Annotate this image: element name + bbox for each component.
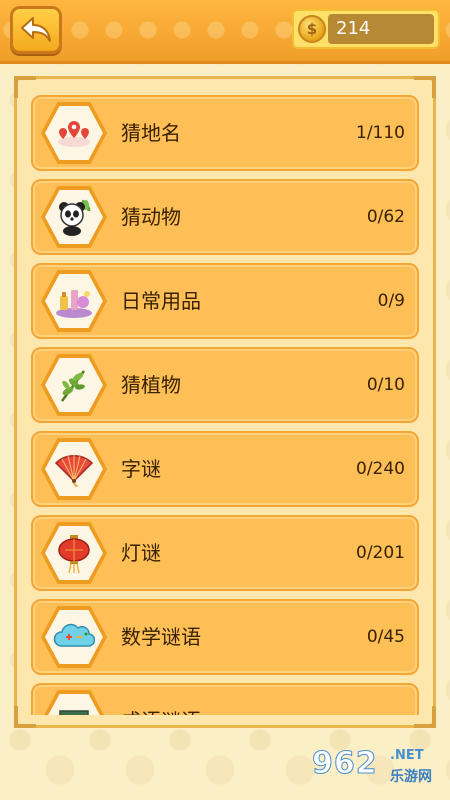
category-progress: 0/9 bbox=[377, 291, 405, 311]
idiom-icon bbox=[59, 710, 89, 715]
category-row-math-riddle[interactable]: 数学谜语 0/45 bbox=[31, 599, 419, 675]
icon-hexagon bbox=[41, 522, 107, 584]
math-cloud-icon bbox=[53, 623, 95, 647]
category-row-idiom-riddle[interactable]: 成语谜语 bbox=[31, 683, 419, 715]
folding-fan-icon bbox=[54, 455, 94, 487]
watermark-number: 962 bbox=[312, 746, 378, 782]
category-title: 日常用品 bbox=[121, 289, 201, 313]
category-panel: 猜地名 1/110 猜动物 0/62 日常用品 0/9 猜植物 0/10 字谜 … bbox=[14, 76, 436, 728]
category-progress: 0/240 bbox=[356, 459, 405, 479]
household-items-icon bbox=[56, 290, 92, 318]
panda-icon bbox=[59, 199, 91, 236]
category-title: 灯谜 bbox=[121, 541, 161, 565]
category-row-lantern-riddle[interactable]: 灯谜 0/201 bbox=[31, 515, 419, 591]
category-row-character-riddle[interactable]: 字谜 0/240 bbox=[31, 431, 419, 507]
icon-hexagon bbox=[41, 690, 107, 715]
plant-icon bbox=[60, 370, 86, 402]
category-progress: 0/201 bbox=[356, 543, 405, 563]
site-watermark: 962 .NET 乐游网 bbox=[312, 746, 444, 796]
map-pin-icon bbox=[58, 121, 90, 147]
category-progress: 0/10 bbox=[366, 375, 405, 395]
watermark-site: 乐游网 bbox=[390, 769, 432, 785]
category-title: 猜地名 bbox=[121, 121, 181, 145]
back-arrow-icon bbox=[21, 17, 51, 42]
watermark-suffix: .NET bbox=[390, 748, 424, 763]
coin-counter: $ 214 bbox=[292, 9, 440, 49]
category-row-guess-plant[interactable]: 猜植物 0/10 bbox=[31, 347, 419, 423]
coin-icon: $ bbox=[298, 15, 326, 43]
category-row-guess-animal[interactable]: 猜动物 0/62 bbox=[31, 179, 419, 255]
back-button[interactable] bbox=[10, 6, 62, 54]
category-title: 猜动物 bbox=[121, 205, 181, 229]
lantern-icon bbox=[58, 535, 90, 574]
top-bar: $ 214 bbox=[0, 0, 450, 64]
icon-hexagon bbox=[41, 102, 107, 164]
icon-hexagon bbox=[41, 438, 107, 500]
category-title: 猜植物 bbox=[121, 373, 181, 397]
category-title: 字谜 bbox=[121, 457, 161, 481]
icon-hexagon bbox=[41, 186, 107, 248]
category-progress: 1/110 bbox=[356, 123, 405, 143]
category-row-daily-items[interactable]: 日常用品 0/9 bbox=[31, 263, 419, 339]
category-title: 成语谜语 bbox=[121, 685, 201, 715]
icon-hexagon bbox=[41, 270, 107, 332]
icon-hexagon bbox=[41, 354, 107, 416]
icon-hexagon bbox=[41, 606, 107, 668]
category-row-guess-place[interactable]: 猜地名 1/110 bbox=[31, 95, 419, 171]
category-progress: 0/62 bbox=[366, 207, 405, 227]
category-title: 数学谜语 bbox=[121, 625, 201, 649]
category-list[interactable]: 猜地名 1/110 猜动物 0/62 日常用品 0/9 猜植物 0/10 字谜 … bbox=[29, 89, 423, 715]
category-progress: 0/45 bbox=[366, 627, 405, 647]
coin-count: 214 bbox=[328, 14, 434, 44]
